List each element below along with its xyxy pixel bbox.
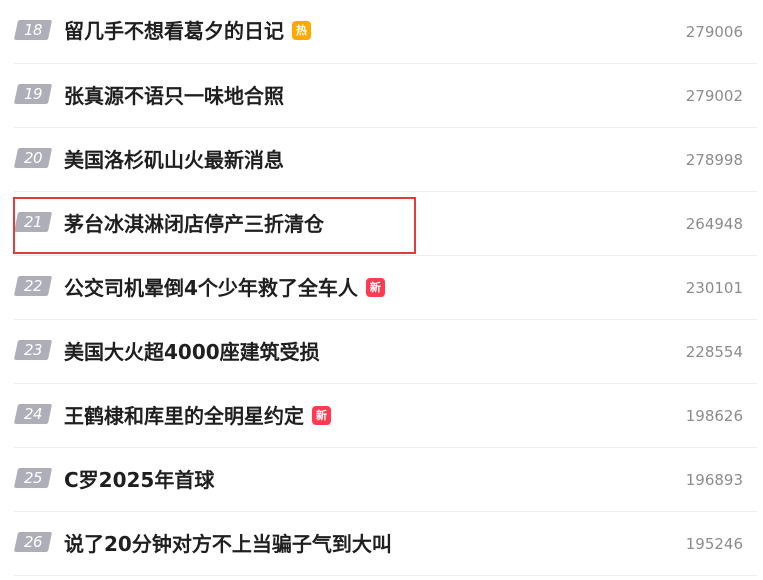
list-item[interactable]: 26 说了20分钟对方不上当骗子气到大叫 195246: [0, 512, 763, 576]
rank-badge: 25: [13, 468, 53, 488]
heat-count: 195246: [685, 535, 743, 553]
list-item[interactable]: 20 美国洛杉矶山火最新消息 278998: [0, 128, 763, 192]
item-title-text[interactable]: 公交司机晕倒4个少年救了全车人: [64, 276, 358, 300]
hot-badge: 热: [292, 21, 311, 40]
list-item[interactable]: 22 公交司机晕倒4个少年救了全车人新 230101: [0, 256, 763, 320]
list-item[interactable]: 25 C罗2025年首球 196893: [0, 448, 763, 512]
item-title[interactable]: 公交司机晕倒4个少年救了全车人新: [64, 276, 385, 300]
rank-badge: 19: [13, 84, 53, 104]
heat-count: 230101: [685, 279, 743, 297]
rank-badge: 23: [13, 340, 53, 360]
list-item[interactable]: 23 美国大火超4000座建筑受损 228554: [0, 320, 763, 384]
rank-badge: 18: [13, 20, 53, 40]
heat-count: 279002: [685, 87, 743, 105]
heat-count: 228554: [685, 343, 743, 361]
heat-count: 264948: [685, 215, 743, 233]
item-title[interactable]: 美国洛杉矶山火最新消息: [64, 148, 284, 172]
rank-badge: 26: [13, 532, 53, 552]
new-badge: 新: [312, 406, 331, 425]
heat-count: 198626: [685, 407, 743, 425]
rank-badge: 21: [13, 212, 53, 232]
list-item[interactable]: 18 留几手不想看葛夕的日记热 279006: [0, 0, 763, 64]
list-item[interactable]: 19 张真源不语只一味地合照 279002: [0, 64, 763, 128]
item-title-text[interactable]: 美国洛杉矶山火最新消息: [64, 148, 284, 172]
item-title-text[interactable]: 留几手不想看葛夕的日记: [64, 19, 284, 43]
item-title-text[interactable]: 茅台冰淇淋闭店停产三折清仓: [64, 212, 324, 236]
heat-count: 278998: [685, 151, 743, 169]
item-title[interactable]: 茅台冰淇淋闭店停产三折清仓: [64, 212, 324, 236]
item-title-text[interactable]: C罗2025年首球: [64, 468, 214, 492]
item-title[interactable]: 留几手不想看葛夕的日记热: [64, 19, 311, 43]
item-title-text[interactable]: 王鹤棣和库里的全明星约定: [64, 404, 304, 428]
heat-count: 279006: [685, 23, 743, 41]
hot-search-list: 18 留几手不想看葛夕的日记热 279006 19 张真源不语只一味地合照 27…: [0, 0, 763, 580]
list-item[interactable]: 24 王鹤棣和库里的全明星约定新 198626: [0, 384, 763, 448]
item-title-text[interactable]: 美国大火超4000座建筑受损: [64, 340, 320, 364]
rank-badge: 20: [13, 148, 53, 168]
item-title[interactable]: C罗2025年首球: [64, 468, 214, 492]
rank-badge: 22: [13, 276, 53, 296]
list-item[interactable]: 21 茅台冰淇淋闭店停产三折清仓 264948: [0, 192, 763, 256]
rank-badge: 24: [13, 404, 53, 424]
item-title[interactable]: 王鹤棣和库里的全明星约定新: [64, 404, 331, 428]
item-title[interactable]: 说了20分钟对方不上当骗子气到大叫: [64, 532, 392, 556]
heat-count: 196893: [685, 471, 743, 489]
new-badge: 新: [365, 278, 385, 297]
item-title-text[interactable]: 张真源不语只一味地合照: [64, 84, 284, 108]
item-title[interactable]: 张真源不语只一味地合照: [64, 84, 284, 108]
item-title-text[interactable]: 说了20分钟对方不上当骗子气到大叫: [64, 532, 392, 556]
item-title[interactable]: 美国大火超4000座建筑受损: [64, 340, 320, 364]
